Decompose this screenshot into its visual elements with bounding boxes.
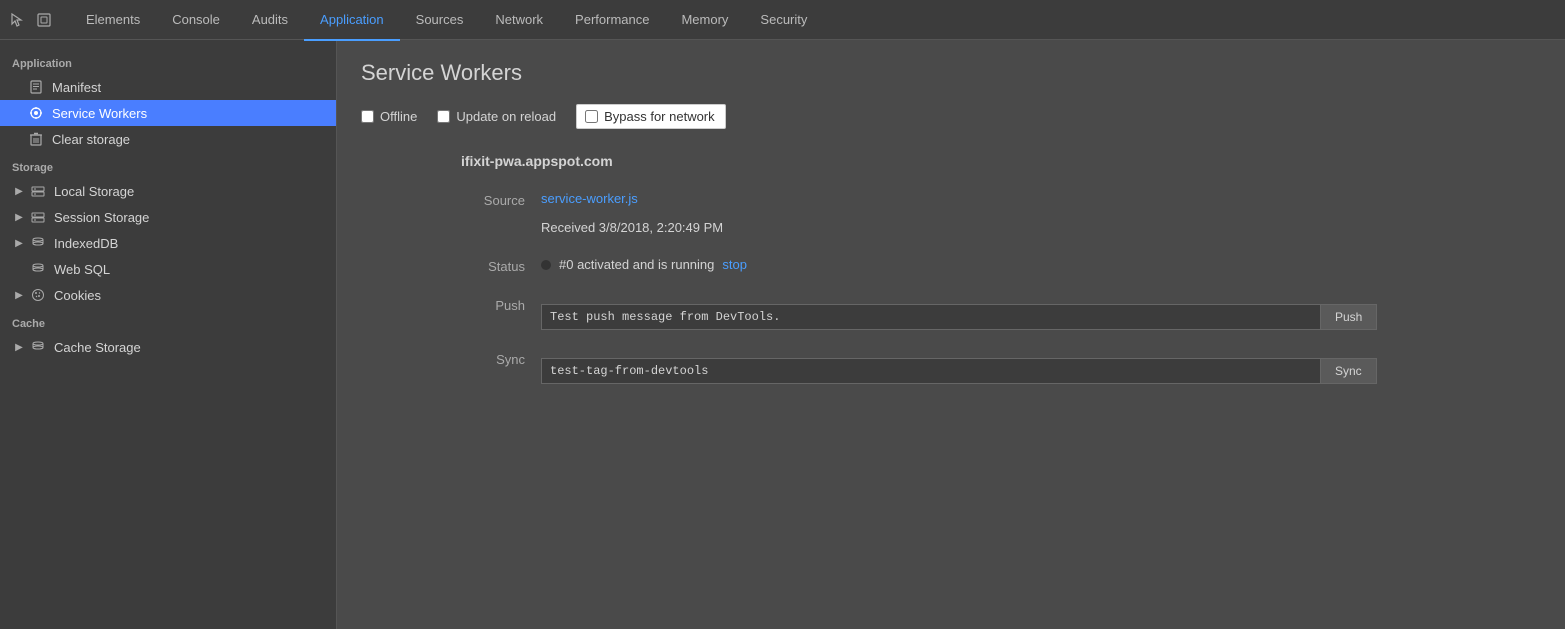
tab-security[interactable]: Security [744,1,823,41]
sidebar-item-manifest[interactable]: Manifest [0,74,336,100]
content-panel: Service Workers Offline Update on reload… [337,40,1565,629]
received-label [461,214,541,228]
sidebar-item-web-sql[interactable]: Web SQL [0,256,336,282]
grid-spacer-2 [541,241,1541,251]
sidebar-item-session-storage-label: Session Storage [54,210,149,225]
push-button[interactable]: Push [1321,304,1377,330]
push-row: Push [541,296,1541,338]
tab-application[interactable]: Application [304,1,400,41]
page-title: Service Workers [361,60,1541,86]
status-label: Status [461,251,541,280]
sidebar-item-service-workers[interactable]: Service Workers [0,100,336,126]
bypass-for-network-checkbox[interactable] [585,110,598,123]
manifest-icon [28,79,44,95]
web-sql-icon [30,261,46,277]
grid-spacer-4 [541,280,1541,290]
update-on-reload-label: Update on reload [456,109,556,124]
bypass-for-network-label: Bypass for network [604,109,715,124]
sidebar-item-local-storage[interactable]: ▶ Local Storage [0,178,336,204]
sync-row: Sync [541,350,1541,392]
tab-console[interactable]: Console [156,1,236,41]
sidebar-item-web-sql-label: Web SQL [54,262,110,277]
status-value: #0 activated and is running stop [541,251,1541,278]
sidebar-item-local-storage-label: Local Storage [54,184,134,199]
tab-memory[interactable]: Memory [665,1,744,41]
arrow-icon-session-storage: ▶ [12,210,26,224]
inspect-icon[interactable] [34,10,54,30]
sync-label: Sync [461,344,541,373]
checkbox-row: Offline Update on reload Bypass for netw… [361,104,1541,129]
sidebar-item-cache-storage-label: Cache Storage [54,340,141,355]
tab-performance[interactable]: Performance [559,1,665,41]
domain-title: ifixit-pwa.appspot.com [461,153,1541,169]
sidebar-item-service-workers-label: Service Workers [52,106,147,121]
status-text: #0 activated and is running [559,257,714,272]
cursor-icon[interactable] [8,10,28,30]
sync-value-container: Sync [541,344,1541,398]
sidebar-item-clear-storage[interactable]: Clear storage [0,126,336,152]
sidebar-section-storage: Storage [0,152,336,178]
stop-link[interactable]: stop [722,257,747,272]
update-on-reload-checkbox[interactable] [437,110,450,123]
tab-network[interactable]: Network [479,1,559,41]
bypass-for-network-wrapper: Bypass for network [576,104,726,129]
tab-sources[interactable]: Sources [400,1,480,41]
sidebar-item-cache-storage[interactable]: ▶ Cache Storage [0,334,336,360]
sync-button[interactable]: Sync [1321,358,1377,384]
toolbar-icons [8,10,54,30]
status-row: #0 activated and is running stop [541,257,1541,272]
sidebar-item-session-storage[interactable]: ▶ Session Storage [0,204,336,230]
source-value: service-worker.js [541,185,1541,212]
arrow-icon-cache-storage: ▶ [12,340,26,354]
sidebar-section-application: Application [0,48,336,74]
received-value: Received 3/8/2018, 2:20:49 PM [541,214,1541,241]
sidebar-section-cache: Cache [0,308,336,334]
grid-spacer-1 [461,241,541,251]
sidebar-item-indexeddb-label: IndexedDB [54,236,118,251]
offline-checkbox-item[interactable]: Offline [361,109,417,124]
sidebar-item-manifest-label: Manifest [52,80,101,95]
source-link[interactable]: service-worker.js [541,191,638,206]
offline-checkbox[interactable] [361,110,374,123]
offline-label: Offline [380,109,417,124]
tab-elements[interactable]: Elements [70,1,156,41]
push-value-container: Push [541,290,1541,344]
update-on-reload-checkbox-item[interactable]: Update on reload [437,109,556,124]
source-label: Source [461,185,541,214]
sidebar-item-cookies[interactable]: ▶ Cookies [0,282,336,308]
push-label: Push [461,290,541,319]
cache-storage-icon [30,339,46,355]
local-storage-icon [30,183,46,199]
arrow-icon-cookies: ▶ [12,288,26,302]
sidebar-item-clear-storage-label: Clear storage [52,132,130,147]
arrow-icon-indexeddb: ▶ [12,236,26,250]
sync-input[interactable] [541,358,1321,384]
info-grid: Source service-worker.js Received 3/8/20… [461,185,1541,398]
cookies-icon [30,287,46,303]
session-storage-icon [30,209,46,225]
service-workers-icon [28,105,44,121]
main-area: Application Manifest [0,40,1565,629]
sidebar-item-cookies-label: Cookies [54,288,101,303]
clear-storage-icon [28,131,44,147]
arrow-icon-local-storage: ▶ [12,184,26,198]
indexeddb-icon [30,235,46,251]
sidebar-item-indexeddb[interactable]: ▶ IndexedDB [0,230,336,256]
status-dot [541,260,551,270]
tab-audits[interactable]: Audits [236,1,304,41]
tab-bar: Elements Console Audits Application Sour… [0,0,1565,40]
push-input[interactable] [541,304,1321,330]
grid-spacer-3 [461,280,541,290]
sidebar: Application Manifest [0,40,337,629]
